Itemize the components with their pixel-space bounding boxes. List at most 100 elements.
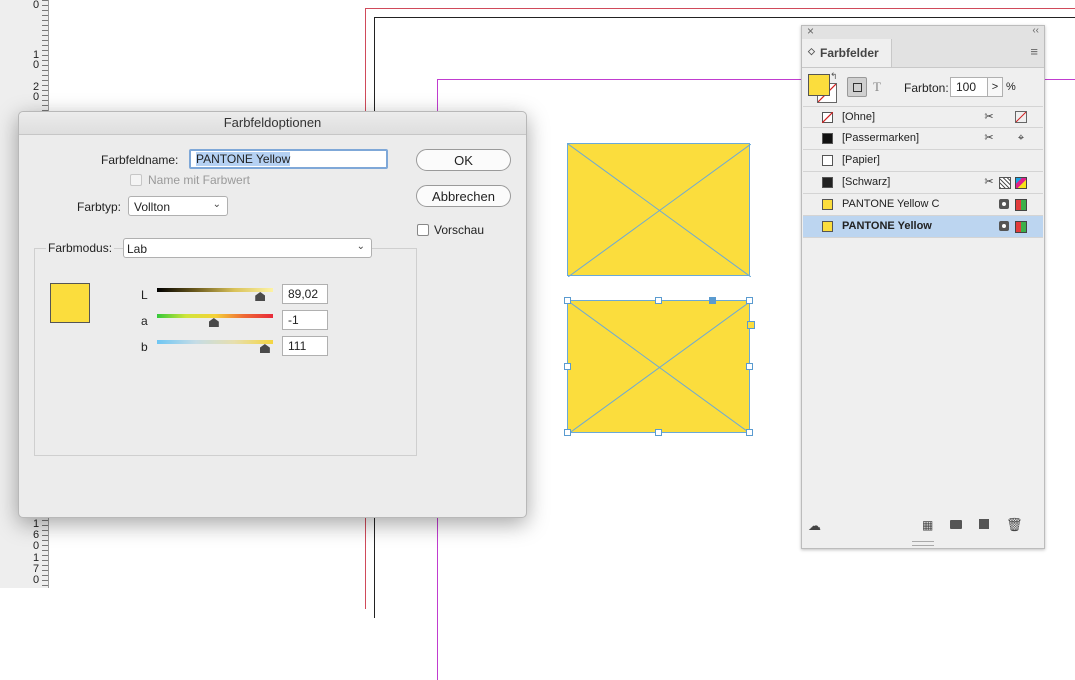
- swatch-row-schwarz[interactable]: [Schwarz] ✂: [803, 172, 1043, 194]
- swatch-name: PANTONE Yellow C: [842, 198, 940, 210]
- resize-handle[interactable]: [746, 429, 753, 436]
- swatch-name: [Schwarz]: [842, 176, 891, 188]
- trash-icon[interactable]: 🗑: [1006, 517, 1023, 533]
- cancel-button[interactable]: Abbrechen: [416, 185, 511, 207]
- tab-label: Farbfelder: [820, 46, 879, 60]
- swatch-chip: [822, 221, 833, 232]
- tint-input[interactable]: 100: [950, 77, 988, 97]
- swatch-row-pantone-yellow[interactable]: PANTONE Yellow: [803, 216, 1043, 238]
- swatch-row-papier[interactable]: [Papier]: [803, 150, 1043, 172]
- ruler-label: 0: [33, 0, 40, 11]
- swap-icon[interactable]: ↰: [830, 71, 838, 82]
- resize-handle[interactable]: [564, 363, 571, 370]
- swatch-name-input[interactable]: PANTONE Yellow: [189, 149, 388, 169]
- close-icon[interactable]: ×: [807, 24, 814, 38]
- ruler-label: 6: [33, 529, 40, 541]
- ruler-label: 1: [33, 552, 40, 564]
- frame-cross-lines: [568, 144, 751, 277]
- new-swatch-icon[interactable]: [979, 519, 989, 529]
- graphic-frame[interactable]: [567, 143, 751, 277]
- swatches-panel: × ‹‹ ◇ Farbfelder ≡ ↰ T Farbton: 100 > %…: [801, 24, 1045, 549]
- container-format-button[interactable]: [847, 77, 867, 97]
- slider-a-label: a: [141, 314, 148, 328]
- dialog-title: Farbfeldoptionen: [19, 112, 526, 135]
- swatch-name: PANTONE Yellow: [842, 220, 932, 232]
- cmyk-icon: [1015, 177, 1027, 189]
- ruler-label: 7: [33, 563, 40, 575]
- slider-b-label: b: [141, 340, 148, 354]
- name-with-value-checkbox[interactable]: [130, 174, 142, 186]
- dotted-icon: [999, 177, 1011, 189]
- slider-a-input[interactable]: -1: [282, 310, 328, 330]
- scissors-icon: ✂: [984, 176, 994, 188]
- ruler-label: 1: [33, 518, 40, 530]
- color-mode-group: [34, 248, 417, 456]
- fill-swatch-icon[interactable]: [808, 74, 830, 96]
- chevron-down-icon: ⌄: [356, 241, 365, 252]
- swatch-chip: [822, 199, 833, 210]
- scissors-icon: ✂: [984, 111, 994, 123]
- lab-icon: [1015, 199, 1027, 211]
- resize-handle[interactable]: [746, 297, 753, 304]
- swatch-row-ohne[interactable]: [Ohne] ✂: [803, 106, 1043, 128]
- ruler-label: 0: [33, 91, 40, 103]
- resize-handle[interactable]: [746, 363, 753, 370]
- tab-farbfelder[interactable]: ◇ Farbfelder: [802, 39, 892, 67]
- preview-checkbox[interactable]: [417, 224, 429, 236]
- color-preview-swatch: [50, 283, 90, 323]
- spot-icon: [999, 221, 1009, 231]
- swatch-options-dialog: Farbfeldoptionen Farbfeldname: PANTONE Y…: [18, 111, 527, 518]
- color-mode-label: Farbmodus:: [46, 241, 115, 255]
- slider-l-input[interactable]: 89,02: [282, 284, 328, 304]
- text-format-icon[interactable]: T: [873, 79, 881, 95]
- resize-handle[interactable]: [564, 429, 571, 436]
- resize-handle[interactable]: [655, 429, 662, 436]
- show-swatch-kinds-icon[interactable]: ▦: [922, 518, 933, 532]
- swatch-name-value: PANTONE Yellow: [196, 152, 291, 166]
- swatch-chip: [822, 133, 833, 144]
- ok-button[interactable]: OK: [416, 149, 511, 171]
- slider-l-track[interactable]: [157, 288, 273, 292]
- preview-label: Vorschau: [434, 223, 485, 237]
- resize-grip-icon[interactable]: [912, 541, 934, 546]
- slider-b-input[interactable]: 111: [282, 336, 328, 356]
- color-mode-select[interactable]: Lab ⌄: [123, 238, 372, 258]
- swatch-name: [Passermarken]: [842, 132, 920, 144]
- chevron-down-icon: ⌄: [212, 199, 221, 210]
- swatch-chip: [822, 112, 833, 123]
- panel-menu-icon[interactable]: ≡: [1030, 44, 1038, 59]
- resize-handle[interactable]: [655, 297, 662, 304]
- lab-icon: [1015, 221, 1027, 233]
- color-type-label: Farbtyp:: [77, 200, 122, 214]
- swatch-row-pantone-yellow-c[interactable]: PANTONE Yellow C: [803, 194, 1043, 216]
- ruler-label: 0: [33, 574, 40, 586]
- slider-b-track[interactable]: [157, 340, 273, 344]
- tint-label: Farbton:: [904, 81, 949, 95]
- content-grabber-handle[interactable]: [709, 297, 716, 304]
- panel-tab-row: ◇ Farbfelder ≡: [802, 39, 1044, 68]
- tab-arrows-icon: ◇: [808, 46, 815, 56]
- tint-unit: %: [1006, 81, 1016, 93]
- panel-topbar: × ‹‹: [802, 24, 1044, 39]
- collapse-icon[interactable]: ‹‹: [1032, 25, 1039, 36]
- slider-l-label: L: [141, 288, 148, 302]
- swatch-chip: [822, 155, 833, 166]
- slider-a-track[interactable]: [157, 314, 273, 318]
- tint-slider-toggle[interactable]: >: [987, 77, 1003, 97]
- cloud-library-icon[interactable]: ☁: [808, 518, 821, 534]
- swatch-chip: [822, 177, 833, 188]
- color-type-select[interactable]: Vollton ⌄: [128, 196, 228, 216]
- corner-options-handle[interactable]: [747, 321, 755, 329]
- scissors-icon: ✂: [984, 132, 994, 144]
- container-icon: [853, 83, 862, 92]
- frame-cross-lines: [568, 301, 751, 434]
- registration-icon: ⌖: [1017, 132, 1025, 144]
- swatch-row-passermarken[interactable]: [Passermarken] ✂ ⌖: [803, 128, 1043, 150]
- resize-handle[interactable]: [564, 297, 571, 304]
- graphic-frame-selected[interactable]: [567, 300, 751, 434]
- new-group-icon[interactable]: [950, 520, 962, 529]
- color-mode-value: Lab: [127, 242, 148, 256]
- fill-stroke-proxy[interactable]: ↰: [808, 71, 838, 104]
- swatch-list: [Ohne] ✂ [Passermarken] ✂ ⌖ [Papier] [Sc…: [802, 106, 1044, 526]
- swatch-name: [Ohne]: [842, 111, 876, 123]
